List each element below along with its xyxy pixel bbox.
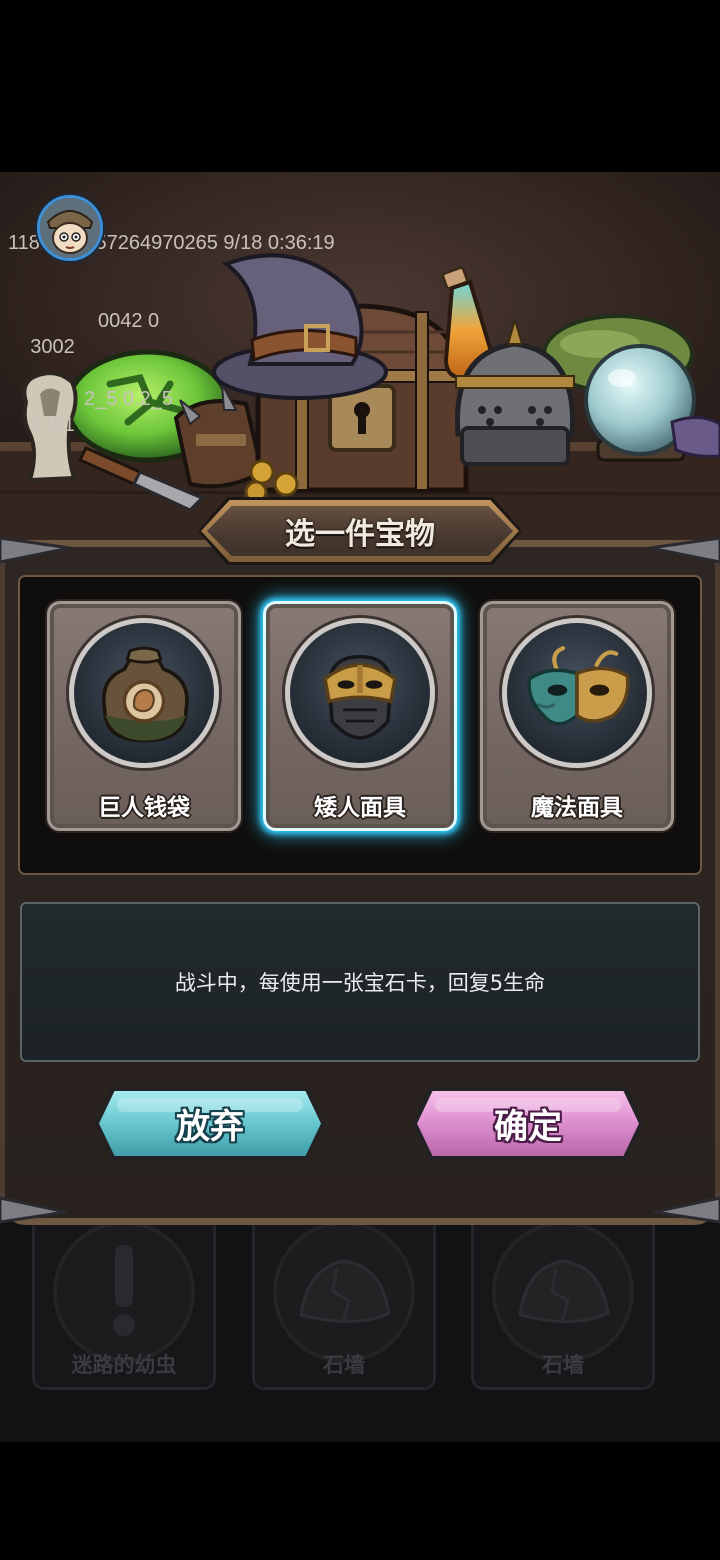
dwarf-mask-icon	[323, 654, 397, 740]
player-avatar-icon	[40, 198, 100, 258]
background-card-label: 石墙	[323, 1353, 365, 1377]
cracked-rock-icon	[299, 1259, 391, 1323]
treasure-name: 魔法面具	[531, 795, 623, 821]
debug-line-3-end: 2_5 0.2_5	[84, 388, 173, 410]
debug-line-2-end: 0042 0	[98, 310, 160, 332]
purple-cloth	[670, 416, 720, 458]
panel-corner-spike-top-left	[0, 536, 71, 564]
abandon-button-label: 放弃	[176, 1107, 244, 1147]
treasure-name: 矮人面具	[314, 795, 406, 821]
treasure-description-box: 战斗中，每使用一张宝石卡，回复5生命	[20, 902, 700, 1062]
magic-mask-icon	[527, 646, 630, 726]
panel-corner-spike-bottom-left	[0, 1196, 67, 1224]
confirm-button[interactable]: 确定	[413, 1087, 643, 1160]
debug-line-2-start: 3002	[30, 336, 75, 358]
treasure-description: 战斗中，每使用一张宝石卡，回复5生命	[174, 971, 546, 995]
confirm-button-label: 确定	[494, 1107, 562, 1147]
background-card: 石墙	[471, 1210, 655, 1390]
treasure-card-dwarf-mask[interactable]: 矮人面具	[263, 601, 457, 831]
title-banner: 选一件宝物	[198, 497, 522, 565]
giant-money-bag-icon	[102, 646, 189, 743]
card-portrait	[57, 1225, 191, 1359]
card-portrait	[496, 1225, 630, 1359]
cracked-rock-icon	[518, 1259, 610, 1323]
treasure-card-giant-money-bag[interactable]: 巨人钱袋	[47, 601, 241, 831]
panel-corner-spike-top-right	[649, 536, 720, 564]
background-card: 迷路的幼虫	[32, 1210, 216, 1390]
background-card-label: 迷路的幼虫	[71, 1353, 177, 1377]
treasure-portrait	[69, 618, 219, 768]
panel-corner-spike-bottom-right	[653, 1196, 720, 1224]
treasure-card-magic-mask[interactable]: 魔法面具	[480, 601, 674, 831]
card-portrait	[277, 1225, 411, 1359]
background-card: 石墙	[252, 1210, 436, 1390]
treasure-portrait	[285, 618, 435, 768]
exclamation-icon	[113, 1245, 135, 1336]
abandon-button[interactable]: 放弃	[95, 1087, 325, 1160]
debug-line-3-start: 2391	[30, 414, 75, 436]
player-avatar[interactable]	[37, 195, 103, 261]
treasure-name: 巨人钱袋	[98, 795, 190, 821]
treasure-portrait	[502, 618, 652, 768]
background-card-label: 石墙	[542, 1353, 584, 1377]
page-title: 选一件宝物	[285, 517, 435, 552]
